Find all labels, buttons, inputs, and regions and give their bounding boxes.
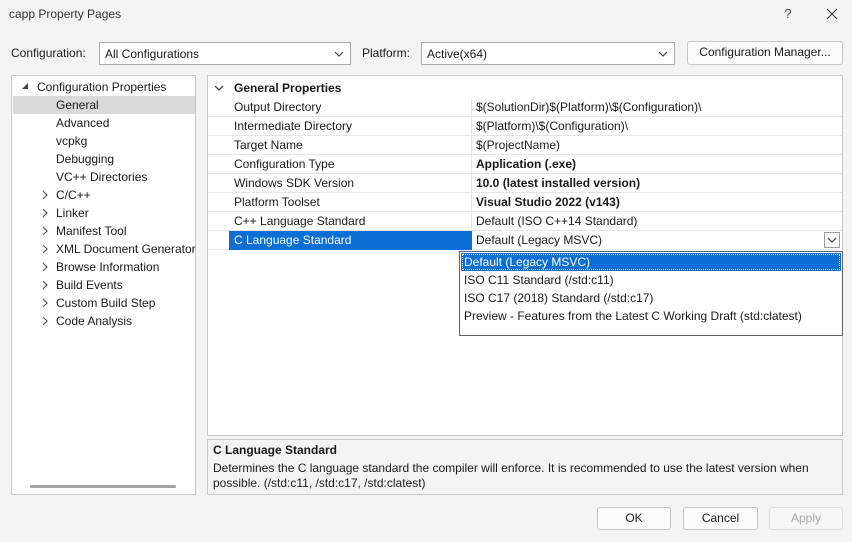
property-value: Visual Studio 2022 (v143) bbox=[476, 195, 620, 209]
column-divider bbox=[471, 155, 472, 174]
tree-item[interactable]: Advanced bbox=[13, 114, 195, 132]
property-row[interactable]: Target Name $(ProjectName) bbox=[208, 136, 842, 155]
window-title: capp Property Pages bbox=[9, 7, 122, 21]
property-row[interactable]: C++ Language Standard Default (ISO C++14 … bbox=[208, 212, 842, 231]
dropdown-option[interactable]: Preview - Features from the Latest C Wor… bbox=[461, 307, 841, 325]
property-name: C Language Standard bbox=[234, 233, 352, 247]
property-row[interactable]: C Language Standard Default (Legacy MSVC) bbox=[208, 231, 842, 250]
tree-item-label: Custom Build Step bbox=[56, 296, 156, 310]
property-value: $(Platform)\$(Configuration)\ bbox=[476, 119, 629, 133]
description-pane: C Language Standard Determines the C lan… bbox=[207, 439, 843, 495]
cancel-button[interactable]: Cancel bbox=[683, 507, 758, 530]
tree-item-label: VC++ Directories bbox=[56, 170, 148, 184]
close-icon bbox=[826, 8, 838, 20]
dropdown-option[interactable]: Default (Legacy MSVC) bbox=[461, 253, 841, 271]
tree-item-label: vcpkg bbox=[56, 134, 88, 148]
close-button[interactable] bbox=[822, 4, 842, 24]
column-divider bbox=[471, 117, 472, 136]
platform-select[interactable]: Active(x64) bbox=[421, 42, 675, 65]
property-name: Target Name bbox=[234, 138, 303, 152]
property-value: 10.0 (latest installed version) bbox=[476, 176, 641, 190]
section-title: General Properties bbox=[234, 81, 342, 95]
property-value: Application (.exe) bbox=[476, 157, 577, 171]
tree-item-label: Debugging bbox=[56, 152, 115, 166]
tree-item[interactable]: VC++ Directories bbox=[13, 168, 195, 186]
tree-item-label: Linker bbox=[56, 206, 89, 220]
column-divider bbox=[471, 136, 472, 155]
property-name: Windows SDK Version bbox=[234, 176, 355, 190]
dropdown-option[interactable]: ISO C11 Standard (/std:c11) bbox=[461, 271, 841, 289]
description-title: C Language Standard bbox=[213, 443, 338, 457]
configuration-value: All Configurations bbox=[105, 47, 200, 61]
help-button[interactable]: ? bbox=[778, 4, 798, 24]
tree-item[interactable]: vcpkg bbox=[13, 132, 195, 150]
tree-item-label: Build Events bbox=[56, 278, 123, 292]
column-divider bbox=[471, 98, 472, 117]
tree-item-label: General bbox=[56, 98, 99, 112]
property-value: $(ProjectName) bbox=[476, 138, 561, 152]
configuration-select[interactable]: All Configurations bbox=[99, 42, 351, 65]
apply-button[interactable]: Apply bbox=[769, 507, 843, 530]
property-name: C++ Language Standard bbox=[234, 214, 366, 228]
chevron-down-icon bbox=[334, 51, 344, 57]
property-name: Configuration Type bbox=[234, 157, 335, 171]
tree-item-label: Advanced bbox=[56, 116, 110, 130]
dropdown-button[interactable] bbox=[824, 232, 840, 248]
property-value: Default (Legacy MSVC) bbox=[476, 233, 603, 247]
dropdown-option[interactable]: ISO C17 (2018) Standard (/std:c17) bbox=[461, 289, 841, 307]
tree-item-label: Manifest Tool bbox=[56, 224, 127, 238]
chevron-down-icon bbox=[827, 237, 837, 243]
property-row[interactable]: Windows SDK Version 10.0 (latest installe… bbox=[208, 174, 842, 193]
property-row[interactable]: Intermediate Directory $(Platform)\$(Conf… bbox=[208, 117, 842, 136]
collapsed-triangle-icon[interactable] bbox=[40, 276, 50, 294]
property-name: Platform Toolset bbox=[234, 195, 320, 209]
configuration-label: Configuration: bbox=[11, 46, 86, 60]
c-standard-dropdown-list[interactable]: Default (Legacy MSVC) ISO C11 Standard (/… bbox=[459, 251, 843, 336]
tree-item-label: XML Document Generator bbox=[56, 242, 196, 256]
tree-item[interactable]: Custom Build Step bbox=[13, 294, 195, 312]
description-text: Determines the C language standard the c… bbox=[213, 461, 809, 490]
tree-item[interactable]: XML Document Generator bbox=[13, 240, 196, 258]
collapsed-triangle-icon[interactable] bbox=[40, 222, 50, 240]
tree-root-label: Configuration Properties bbox=[37, 80, 167, 94]
ok-button[interactable]: OK bbox=[597, 507, 671, 530]
tree-item[interactable]: C/C++ bbox=[13, 186, 195, 204]
property-row[interactable]: Platform Toolset Visual Studio 2022 (v143… bbox=[208, 193, 842, 212]
collapsed-triangle-icon[interactable] bbox=[40, 258, 50, 276]
title-bar: capp Property Pages ? bbox=[0, 0, 852, 30]
collapsed-triangle-icon[interactable] bbox=[40, 294, 50, 312]
expanded-triangle-icon bbox=[22, 83, 28, 89]
column-divider bbox=[471, 212, 472, 231]
property-tree: Configuration Properties General Advanced… bbox=[11, 75, 196, 495]
platform-value: Active(x64) bbox=[427, 47, 488, 61]
tree-item[interactable]: Build Events bbox=[13, 276, 195, 294]
property-name: Output Directory bbox=[234, 100, 322, 114]
collapsed-triangle-icon[interactable] bbox=[40, 312, 50, 330]
tree-item[interactable]: Browse Information bbox=[13, 258, 195, 276]
property-name: Intermediate Directory bbox=[234, 119, 353, 133]
column-divider bbox=[471, 193, 472, 212]
collapsed-triangle-icon[interactable] bbox=[40, 186, 50, 204]
section-header[interactable]: General Properties bbox=[208, 79, 842, 98]
collapsed-triangle-icon[interactable] bbox=[40, 240, 50, 258]
column-divider bbox=[471, 174, 472, 193]
tree-item[interactable]: Manifest Tool bbox=[13, 222, 195, 240]
tree-item[interactable]: Code Analysis bbox=[13, 312, 195, 330]
tree-item-label: Browse Information bbox=[56, 260, 160, 274]
chevron-down-icon bbox=[214, 85, 224, 91]
property-value: Default (ISO C++14 Standard) bbox=[476, 214, 638, 228]
property-value: $(SolutionDir)$(Platform)\$(Configuratio… bbox=[476, 100, 702, 114]
chevron-down-icon bbox=[658, 51, 668, 57]
tree-item[interactable]: General bbox=[13, 96, 195, 114]
configuration-manager-button[interactable]: Configuration Manager... bbox=[687, 41, 843, 65]
tree-item[interactable]: Debugging bbox=[13, 150, 195, 168]
tree-horizontal-scrollbar[interactable] bbox=[30, 485, 176, 488]
tree-item-label: Code Analysis bbox=[56, 314, 133, 328]
tree-item-label: C/C++ bbox=[56, 188, 91, 202]
property-row[interactable]: Output Directory $(SolutionDir)$(Platform… bbox=[208, 98, 842, 117]
tree-item[interactable]: Linker bbox=[13, 204, 195, 222]
property-row[interactable]: Configuration Type Application (.exe) bbox=[208, 155, 842, 174]
platform-label: Platform: bbox=[362, 46, 411, 60]
collapsed-triangle-icon[interactable] bbox=[40, 204, 50, 222]
